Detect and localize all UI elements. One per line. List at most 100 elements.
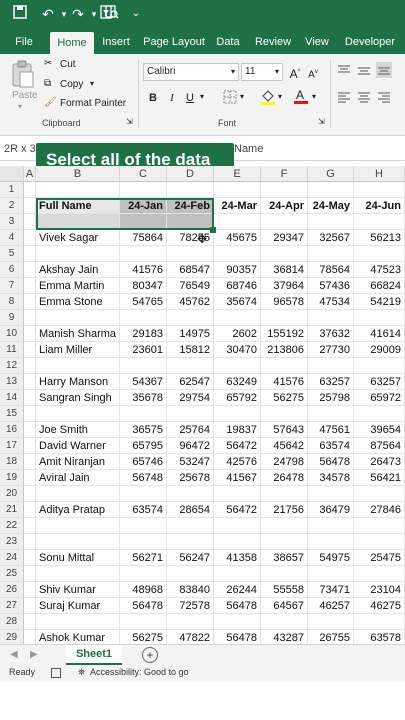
name-cell[interactable] [36,566,120,582]
value-cell[interactable]: 65795 [120,438,167,454]
row-header[interactable]: 5 [0,246,24,262]
bold-button[interactable]: B [145,90,161,106]
tab-review[interactable]: Review [252,30,294,54]
cell-a[interactable] [24,582,36,598]
value-cell[interactable]: 34578 [308,470,354,486]
value-cell[interactable]: 68746 [214,278,261,294]
row-header[interactable]: 10 [0,326,24,342]
value-cell[interactable]: 56472 [214,502,261,518]
value-cell[interactable]: 32567 [308,230,354,246]
accessibility-status[interactable]: Accessibility: Good to go [90,667,189,677]
value-cell[interactable]: 35678 [120,390,167,406]
value-cell[interactable]: 96578 [261,294,308,310]
shrink-font-button[interactable]: Av [305,64,321,80]
value-cell[interactable] [167,518,214,534]
value-cell[interactable]: 56748 [120,470,167,486]
cell-a[interactable] [24,486,36,502]
value-cell[interactable] [167,182,214,198]
row-header[interactable]: 28 [0,614,24,630]
name-cell[interactable]: Vivek Sagar [36,230,120,246]
value-cell[interactable]: 63574 [308,438,354,454]
name-cell[interactable]: Aditya Pratap [36,502,120,518]
cell-a[interactable] [24,198,36,214]
value-cell[interactable]: 57436 [308,278,354,294]
cell-a[interactable] [24,278,36,294]
accessibility-icon[interactable]: ⛯ [78,667,85,678]
value-cell[interactable] [214,486,261,502]
tab-file[interactable]: File [8,30,40,54]
value-cell[interactable]: 26473 [354,454,405,470]
cell-a[interactable] [24,406,36,422]
cell-a[interactable] [24,422,36,438]
value-cell[interactable] [120,534,167,550]
value-cell[interactable] [354,310,405,326]
value-cell[interactable]: 24798 [261,454,308,470]
value-cell[interactable]: 54975 [308,550,354,566]
value-cell[interactable]: 23104 [354,582,405,598]
name-cell[interactable]: Joe Smith [36,422,120,438]
value-cell[interactable]: 45675 [214,230,261,246]
value-cell[interactable]: 37632 [308,326,354,342]
value-cell[interactable] [214,534,261,550]
font-color-icon[interactable]: A [293,87,309,104]
header-cell-month[interactable]: 24-Feb [167,198,214,214]
value-cell[interactable]: 65746 [120,454,167,470]
value-cell[interactable] [214,182,261,198]
chevron-down-icon[interactable]: ▾ [200,92,204,101]
row-header[interactable]: 16 [0,422,24,438]
value-cell[interactable]: 41358 [214,550,261,566]
grow-font-button[interactable]: A^ [287,64,303,81]
value-cell[interactable] [167,214,214,230]
value-cell[interactable] [261,182,308,198]
value-cell[interactable]: 41576 [261,374,308,390]
value-cell[interactable]: 41614 [354,326,405,342]
value-cell[interactable] [120,182,167,198]
column-header-a[interactable]: A [24,166,36,182]
value-cell[interactable] [354,518,405,534]
dialog-launcher-icon[interactable]: ⇲ [318,117,325,126]
value-cell[interactable] [261,310,308,326]
value-cell[interactable]: 56478 [214,598,261,614]
scroll-right-icon[interactable]: ▶ [30,649,38,660]
chevron-down-icon[interactable]: ▾ [312,92,316,101]
align-middle-icon[interactable] [356,64,372,80]
value-cell[interactable] [214,246,261,262]
value-cell[interactable] [214,518,261,534]
row-header[interactable]: 9 [0,310,24,326]
row-header[interactable]: 12 [0,358,24,374]
value-cell[interactable] [261,486,308,502]
row-header[interactable]: 15 [0,406,24,422]
value-cell[interactable]: 36814 [261,262,308,278]
row-header[interactable]: 17 [0,438,24,454]
value-cell[interactable]: 75864 [120,230,167,246]
value-cell[interactable]: 54367 [120,374,167,390]
value-cell[interactable]: 56213 [354,230,405,246]
value-cell[interactable]: 65972 [354,390,405,406]
cell-a[interactable] [24,390,36,406]
cut-button[interactable]: Cut [60,59,76,70]
value-cell[interactable] [167,614,214,630]
value-cell[interactable]: 66824 [354,278,405,294]
cell-a[interactable] [24,518,36,534]
value-cell[interactable] [120,246,167,262]
value-cell[interactable]: 30470 [214,342,261,358]
row-header[interactable]: 25 [0,566,24,582]
value-cell[interactable]: 45642 [261,438,308,454]
value-cell[interactable] [308,614,354,630]
value-cell[interactable]: 78564 [308,262,354,278]
value-cell[interactable]: 46275 [354,598,405,614]
value-cell[interactable]: 25764 [167,422,214,438]
align-center-icon[interactable] [356,90,372,106]
name-cell[interactable] [36,406,120,422]
value-cell[interactable]: 46257 [308,598,354,614]
value-cell[interactable]: 41567 [214,470,261,486]
value-cell[interactable] [261,358,308,374]
header-cell-month[interactable]: 24-Jun [354,198,405,214]
row-header[interactable]: 14 [0,390,24,406]
value-cell[interactable] [167,486,214,502]
spreadsheet-grid[interactable]: A B C D E F G H 1 2 Full Name 24-Jan 24-Feb 2… [0,166,405,646]
value-cell[interactable]: 90357 [214,262,261,278]
cell-a[interactable] [24,566,36,582]
cell-a[interactable] [24,230,36,246]
value-cell[interactable]: 26244 [214,582,261,598]
